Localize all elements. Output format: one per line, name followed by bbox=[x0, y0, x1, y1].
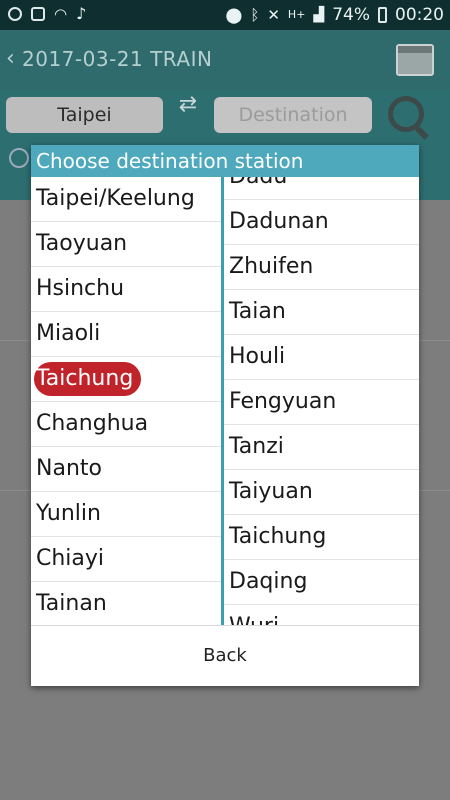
choose-station-dialog: Choose destination station Taipei/Keelun… bbox=[31, 145, 419, 686]
region-item[interactable]: Nanto bbox=[31, 447, 221, 492]
region-item[interactable]: Miaoli bbox=[31, 312, 221, 357]
wifi-icon: ◠ bbox=[54, 4, 68, 23]
region-label-selected: Taichung bbox=[34, 362, 142, 396]
region-item[interactable]: Tainan bbox=[31, 582, 221, 625]
dialog-title: Choose destination station bbox=[31, 145, 419, 177]
swap-stations-icon[interactable]: ⇄ bbox=[168, 94, 208, 133]
station-item[interactable]: Tanzi bbox=[224, 425, 419, 470]
region-label: Chiayi bbox=[36, 546, 105, 571]
signal-icon: ▟ bbox=[313, 7, 325, 23]
station-item[interactable]: Daqing bbox=[224, 560, 419, 605]
station-item[interactable]: Dadunan bbox=[224, 200, 419, 245]
destination-station-button[interactable]: Destination bbox=[214, 97, 372, 133]
region-label: Nanto bbox=[36, 456, 102, 481]
region-list[interactable]: Taipei/Keelung Taoyuan Hsinchu Miaoli Ta… bbox=[31, 177, 221, 625]
region-item[interactable]: Taipei/Keelung bbox=[31, 177, 221, 222]
network-type: H+ bbox=[287, 8, 306, 21]
region-item[interactable]: Taoyuan bbox=[31, 222, 221, 267]
origin-station-button[interactable]: Taipei bbox=[6, 97, 163, 133]
bluetooth-icon: ᛒ bbox=[250, 6, 260, 24]
region-item[interactable]: Changhua bbox=[31, 402, 221, 447]
radio-option[interactable] bbox=[9, 148, 29, 168]
system-icons: ⬤ ᛒ ✕ H+ ▟ 74% 00:20 bbox=[226, 4, 444, 26]
region-label: Yunlin bbox=[36, 501, 101, 526]
region-item[interactable]: Chiayi bbox=[31, 537, 221, 582]
station-item[interactable]: Taichung bbox=[224, 515, 419, 560]
search-icon[interactable] bbox=[388, 96, 424, 132]
clock: 00:20 bbox=[395, 5, 444, 25]
station-item[interactable]: Taian bbox=[224, 290, 419, 335]
battery-icon bbox=[378, 7, 387, 23]
image-icon bbox=[31, 6, 45, 21]
station-item[interactable]: Houli bbox=[224, 335, 419, 380]
station-item[interactable]: Fengyuan bbox=[224, 380, 419, 425]
region-item[interactable]: Yunlin bbox=[31, 492, 221, 537]
station-item[interactable]: Taiyuan bbox=[224, 470, 419, 515]
line-app-icon bbox=[8, 6, 22, 21]
station-item[interactable]: Zhuifen bbox=[224, 245, 419, 290]
location-icon: ⬤ bbox=[225, 6, 243, 24]
station-item[interactable]: Wuri bbox=[224, 605, 419, 625]
notification-icons: ◠ ♪ bbox=[8, 4, 86, 23]
mute-icon: ✕ bbox=[267, 6, 280, 24]
status-bar: ◠ ♪ ⬤ ᛒ ✕ H+ ▟ 74% 00:20 bbox=[0, 0, 450, 30]
region-label: Miaoli bbox=[36, 321, 101, 346]
region-label: Changhua bbox=[36, 411, 149, 436]
region-label: Tainan bbox=[36, 591, 107, 616]
region-item-selected[interactable]: Taichung bbox=[31, 357, 221, 402]
page-title: 2017-03-21 TRAIN bbox=[22, 47, 213, 71]
calendar-icon[interactable] bbox=[396, 44, 434, 76]
station-list[interactable]: Dadu Dadunan Zhuifen Taian Houli Fengyua… bbox=[224, 177, 419, 625]
region-label: Taipei/Keelung bbox=[36, 186, 195, 211]
station-item[interactable]: Dadu bbox=[224, 177, 419, 200]
back-arrow-icon[interactable]: ‹ bbox=[6, 46, 15, 71]
region-label: Taoyuan bbox=[36, 231, 128, 256]
region-item[interactable]: Hsinchu bbox=[31, 267, 221, 312]
battery-percent: 74% bbox=[332, 5, 370, 25]
music-note-icon: ♪ bbox=[76, 4, 87, 23]
app-header: ‹ 2017-03-21 TRAIN bbox=[0, 30, 450, 90]
dialog-footer: Back bbox=[31, 625, 419, 686]
region-label: Hsinchu bbox=[36, 276, 125, 301]
back-button[interactable]: Back bbox=[31, 626, 419, 686]
